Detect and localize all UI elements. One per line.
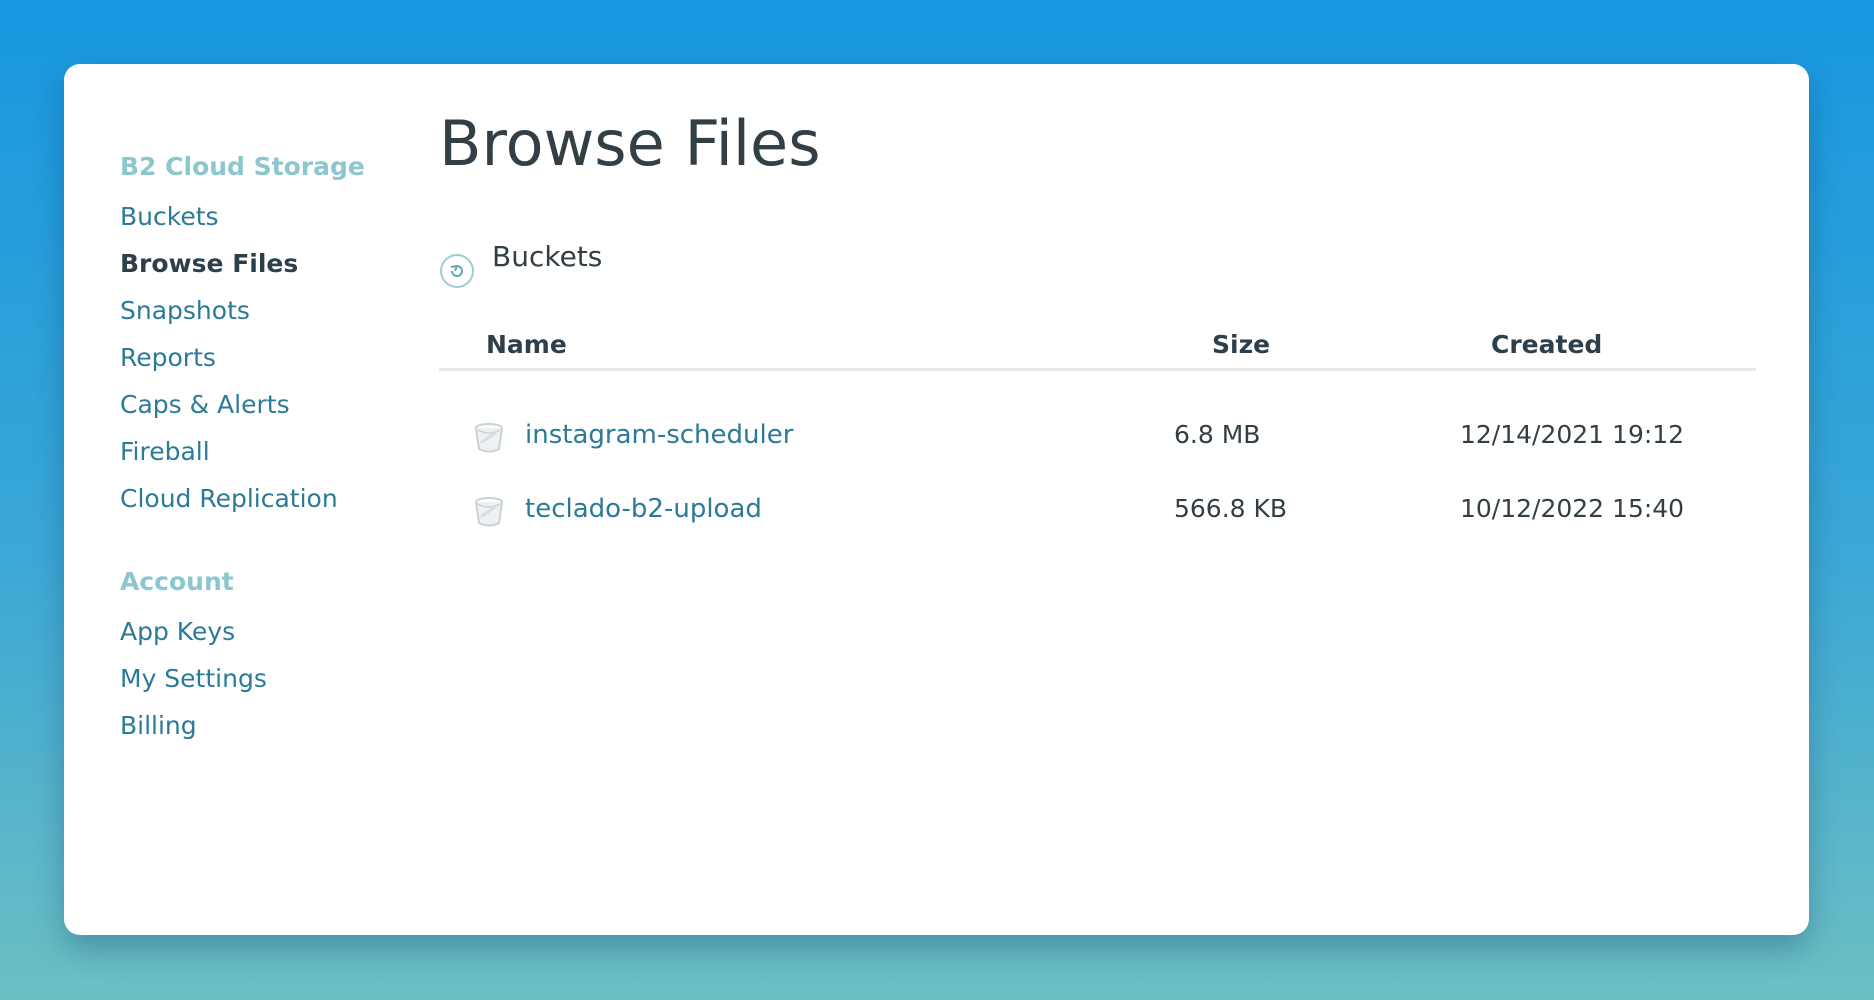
table-row[interactable]: teclado-b2-upload 566.8 KB 10/12/2022 15… xyxy=(439,486,1756,536)
column-header-created[interactable]: Created xyxy=(1491,330,1602,359)
column-header-size[interactable]: Size xyxy=(1212,330,1270,359)
table-row[interactable]: instagram-scheduler 6.8 MB 12/14/2021 19… xyxy=(439,412,1756,462)
sidebar-item-cloud-replication[interactable]: Cloud Replication xyxy=(120,484,338,513)
bucket-size: 6.8 MB xyxy=(1174,420,1261,449)
bucket-icon xyxy=(472,496,506,528)
sidebar-item-billing[interactable]: Billing xyxy=(120,711,197,740)
sidebar-heading-account: Account xyxy=(120,567,234,596)
sidebar-item-buckets[interactable]: Buckets xyxy=(120,202,219,231)
sidebar-heading-b2-cloud-storage: B2 Cloud Storage xyxy=(120,152,365,181)
section-label-buckets: Buckets xyxy=(492,240,603,273)
sidebar-item-browse-files[interactable]: Browse Files xyxy=(120,249,298,278)
sidebar-item-my-settings[interactable]: My Settings xyxy=(120,664,267,693)
sidebar-item-reports[interactable]: Reports xyxy=(120,343,216,372)
bucket-name-link[interactable]: teclado-b2-upload xyxy=(525,494,762,524)
bucket-size: 566.8 KB xyxy=(1174,494,1288,523)
column-header-name[interactable]: Name xyxy=(486,330,567,359)
header-divider xyxy=(439,368,1756,371)
bucket-created: 12/14/2021 19:12 xyxy=(1460,420,1685,449)
main-card: B2 Cloud Storage Buckets Browse Files Sn… xyxy=(64,64,1809,935)
sidebar-item-app-keys[interactable]: App Keys xyxy=(120,617,235,646)
sidebar-item-fireball[interactable]: Fireball xyxy=(120,437,210,466)
refresh-icon[interactable] xyxy=(440,254,474,288)
bucket-name-link[interactable]: instagram-scheduler xyxy=(525,420,793,450)
sidebar-item-caps-alerts[interactable]: Caps & Alerts xyxy=(120,390,290,419)
bucket-icon xyxy=(472,422,506,454)
page-title: Browse Files xyxy=(439,107,821,180)
sidebar-item-snapshots[interactable]: Snapshots xyxy=(120,296,250,325)
bucket-created: 10/12/2022 15:40 xyxy=(1460,494,1685,523)
